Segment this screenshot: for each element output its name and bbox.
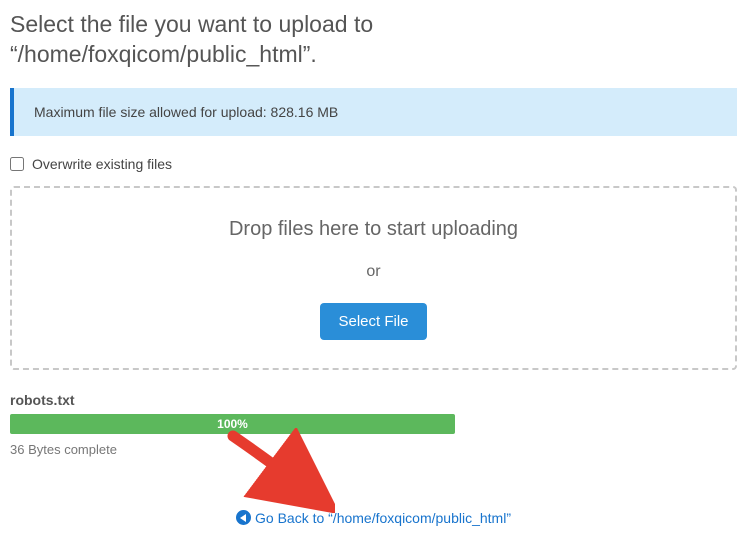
progress-bar: 100% [10, 414, 455, 434]
dropzone[interactable]: Drop files here to start uploading or Se… [10, 186, 737, 370]
dropzone-heading: Drop files here to start uploading [32, 218, 715, 241]
go-back-text: Go Back to “/home/foxqicom/public_html” [255, 510, 511, 526]
title-line-1: Select the file you want to upload to [10, 11, 373, 37]
uploaded-filename: robots.txt [10, 392, 737, 408]
go-back-link[interactable]: Go Back to “/home/foxqicom/public_html” [236, 510, 511, 526]
page-title: Select the file you want to upload to “/… [10, 10, 737, 70]
upload-complete-text: 36 Bytes complete [10, 442, 737, 457]
info-text: Maximum file size allowed for upload: 82… [34, 104, 338, 120]
overwrite-label: Overwrite existing files [32, 156, 172, 172]
arrow-left-circle-icon [236, 510, 251, 525]
progress-fill: 100% [10, 414, 455, 434]
upload-status: robots.txt 100% 36 Bytes complete [10, 392, 737, 457]
overwrite-checkbox-row[interactable]: Overwrite existing files [10, 156, 737, 172]
overwrite-checkbox[interactable] [10, 157, 24, 171]
max-filesize-info: Maximum file size allowed for upload: 82… [10, 88, 737, 136]
footer: Go Back to “/home/foxqicom/public_html” [10, 509, 737, 526]
or-text: or [32, 263, 715, 281]
title-line-2: “/home/foxqicom/public_html”. [10, 41, 317, 67]
select-file-button[interactable]: Select File [320, 303, 426, 340]
